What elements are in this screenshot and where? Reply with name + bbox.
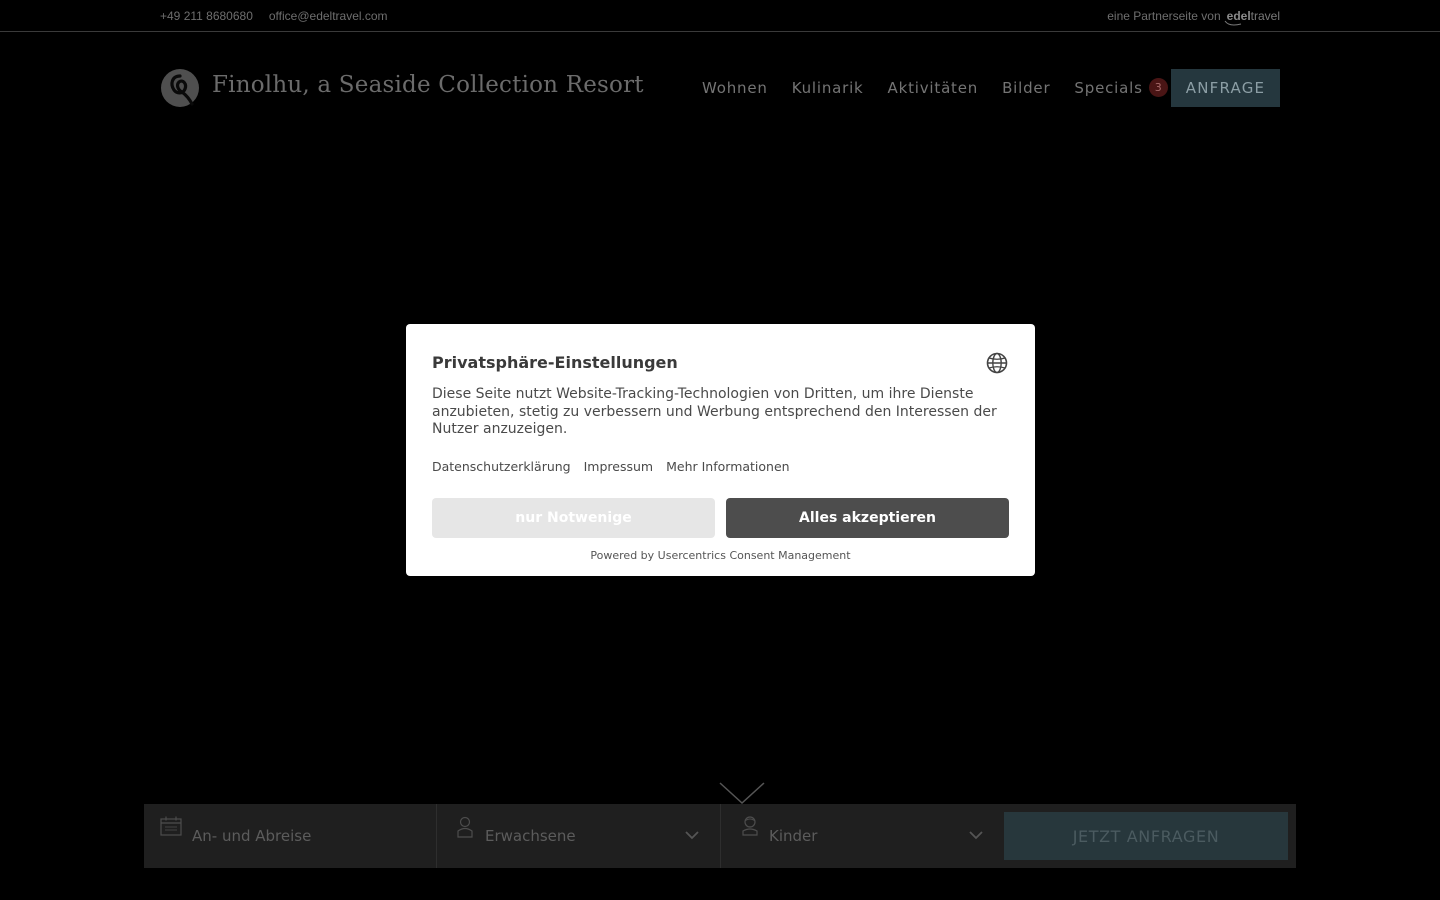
person-icon xyxy=(457,816,473,838)
nav-specials[interactable]: Specials 3 xyxy=(1074,78,1168,97)
nav-aktivitaeten[interactable]: Aktivitäten xyxy=(888,78,979,97)
chevron-down-icon xyxy=(685,831,699,840)
resort-logo-icon[interactable] xyxy=(160,68,200,108)
consent-title: Privatsphäre-Einstellungen xyxy=(432,353,678,372)
consent-dialog: Privatsphäre-Einstellungen Diese Seite n… xyxy=(406,324,1035,576)
privacy-policy-link[interactable]: Datenschutzerklärung xyxy=(432,459,571,474)
kids-label: Kinder xyxy=(769,827,818,845)
adults-label: Erwachsene xyxy=(485,827,576,845)
phone-link[interactable]: +49 211 8680680 xyxy=(160,9,253,23)
contact-info: +49 211 8680680 office@edeltravel.com xyxy=(160,9,388,23)
chevron-down-icon xyxy=(969,831,983,840)
email-link[interactable]: office@edeltravel.com xyxy=(269,9,388,23)
partner-info: eine Partnerseite von edeltravel xyxy=(1107,9,1280,26)
partner-text: eine Partnerseite von xyxy=(1107,9,1221,23)
nav-specials-label: Specials xyxy=(1074,78,1143,97)
specials-count-badge: 3 xyxy=(1148,78,1168,97)
deny-button[interactable]: nur Notwenige xyxy=(432,498,715,538)
nav-bilder[interactable]: Bilder xyxy=(1002,78,1050,97)
date-range-field[interactable]: An- und Abreise xyxy=(144,804,436,868)
child-icon xyxy=(742,816,758,836)
scroll-down-chevron-icon[interactable] xyxy=(719,781,765,805)
globe-icon[interactable] xyxy=(986,352,1008,374)
calendar-icon xyxy=(160,816,182,836)
nav-wohnen[interactable]: Wohnen xyxy=(702,78,768,97)
edeltravel-swoosh-icon xyxy=(1224,20,1241,26)
top-bar: +49 211 8680680 office@edeltravel.com ei… xyxy=(0,0,1440,32)
date-range-label: An- und Abreise xyxy=(192,827,312,845)
consent-description: Diese Seite nutzt Website-Tracking-Techn… xyxy=(432,386,997,437)
adults-select[interactable]: Erwachsene xyxy=(436,804,720,868)
kids-select[interactable]: Kinder xyxy=(720,804,1004,868)
submit-request-button[interactable]: JETZT ANFRAGEN xyxy=(1004,812,1288,860)
anfrage-button[interactable]: ANFRAGE xyxy=(1171,69,1280,107)
nav-kulinarik[interactable]: Kulinarik xyxy=(792,78,864,97)
powered-by-text: Powered by Usercentrics Consent Manageme… xyxy=(590,549,851,562)
booking-bar: An- und Abreise Erwachsene Kinder JETZT … xyxy=(144,804,1296,868)
more-info-link[interactable]: Mehr Informationen xyxy=(666,459,789,474)
resort-name[interactable]: Finolhu, a Seaside Collection Resort xyxy=(212,72,644,98)
edeltravel-logo[interactable]: edeltravel xyxy=(1224,9,1280,26)
imprint-link[interactable]: Impressum xyxy=(584,459,653,474)
main-nav: Wohnen Kulinarik Aktivitäten Bilder Spec… xyxy=(702,78,1168,97)
accept-all-button[interactable]: Alles akzeptieren xyxy=(726,498,1009,538)
consent-links: Datenschutzerklärung Impressum Mehr Info… xyxy=(432,459,790,474)
